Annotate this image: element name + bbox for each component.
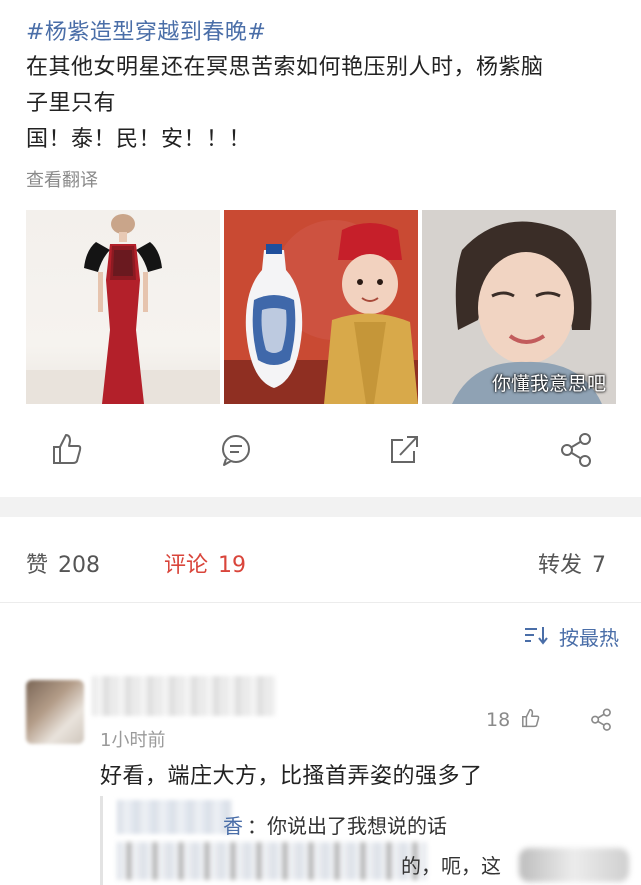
share-icon[interactable] <box>556 429 596 469</box>
child-with-vase-photo[interactable] <box>224 210 418 404</box>
sort-by-hot-button[interactable]: 按最热 <box>523 622 619 651</box>
tab-likes[interactable]: 赞 208 <box>26 547 100 579</box>
engagement-tabs: 赞 208 评论 19 转发 7 <box>0 517 641 603</box>
tab-reposts[interactable]: 转发 7 <box>538 547 606 579</box>
blurred-reply-content <box>117 842 427 880</box>
tab-reposts-label: 转发 <box>538 553 583 578</box>
sort-icon <box>523 625 549 650</box>
blurred-username[interactable] <box>92 676 276 716</box>
blurred-watermark <box>519 848 629 882</box>
topic-hashtag[interactable]: #杨紫造型穿越到春晚# <box>26 14 266 46</box>
comment-timestamp: 1小时前 <box>100 730 166 751</box>
child-vase-illustration <box>224 210 418 404</box>
thumbs-up-icon <box>522 708 540 728</box>
replies-preview[interactable]: 香 ：你说出了我想说的话 的，呃，这 <box>100 796 641 885</box>
reply-text: ：你说出了我想说的话 <box>247 814 447 838</box>
view-translation-link[interactable]: 查看翻译 <box>26 166 98 192</box>
tab-reposts-count: 7 <box>592 553 607 578</box>
reply-username-tail: 香 <box>223 814 243 838</box>
tab-comments-label: 评论 <box>164 553 209 578</box>
comment-like-count: 18 <box>486 709 511 731</box>
thumbs-up-icon[interactable] <box>46 429 86 469</box>
red-gown-illustration <box>26 214 220 404</box>
post-body: 在其他女明星还在冥思苦索如何艳压别人时，杨紫脑 子里只有 国！泰！民！安！！！ <box>26 50 626 158</box>
comment-body: 好看，端庄大方，比搔首弄姿的强多了 <box>100 764 483 789</box>
post-body-line: 子里只有 <box>26 91 117 116</box>
tab-likes-label: 赞 <box>26 553 49 578</box>
tab-comments[interactable]: 评论 19 <box>164 547 246 579</box>
image-caption: 你懂我意思吧 <box>491 373 606 395</box>
red-gown-photo[interactable] <box>26 210 220 404</box>
share-icon[interactable] <box>588 706 614 732</box>
post-action-bar <box>0 425 641 473</box>
comment-like-button[interactable]: 18 <box>486 706 542 731</box>
sort-label: 按最热 <box>559 626 619 650</box>
section-divider <box>0 497 641 517</box>
comment-item: 1小时前 18 好看，端庄大方，比搔首弄姿的强多了 香 ：你说出了我想说的话 的… <box>0 668 641 885</box>
reply-text: 的，呃，这 <box>401 854 501 878</box>
post-body-line: 国！泰！民！安！！！ <box>26 127 252 152</box>
blurred-reply-username <box>117 800 232 834</box>
smiling-face-photo[interactable]: 你懂我意思吧 <box>422 210 616 404</box>
post-body-line: 在其他女明星还在冥思苦索如何艳压别人时，杨紫脑 <box>26 55 544 80</box>
repost-icon[interactable] <box>384 429 424 469</box>
comment-icon[interactable] <box>216 429 256 469</box>
avatar[interactable] <box>26 680 84 744</box>
tab-comments-count: 19 <box>218 553 247 578</box>
weibo-post: #杨紫造型穿越到春晚# 在其他女明星还在冥思苦索如何艳压别人时，杨紫脑 子里只有… <box>0 0 641 497</box>
tab-likes-count: 208 <box>58 553 101 578</box>
image-grid: 你懂我意思吧 <box>26 210 616 404</box>
